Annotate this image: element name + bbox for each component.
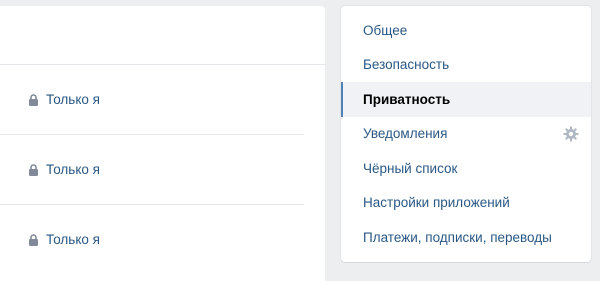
menu-item-label: Настройки приложений <box>363 195 510 210</box>
menu-item-security[interactable]: Безопасность <box>341 47 591 82</box>
menu-item-label: Общее <box>363 23 408 38</box>
menu-item-payments[interactable]: Платежи, подписки, переводы <box>341 220 591 255</box>
privacy-value-label: Только я <box>46 92 100 107</box>
menu-item-app-settings[interactable]: Настройки приложений <box>341 185 591 220</box>
menu-item-blacklist[interactable]: Чёрный список <box>341 151 591 186</box>
lock-icon <box>29 233 38 246</box>
menu-item-label: Уведомления <box>363 126 448 141</box>
lock-icon <box>29 163 38 176</box>
menu-item-label: Чёрный список <box>363 161 458 176</box>
menu-item-label: Платежи, подписки, переводы <box>363 230 552 245</box>
lock-icon <box>29 93 38 106</box>
privacy-row: Только я <box>0 135 304 205</box>
menu-item-notifications[interactable]: Уведомления <box>341 116 591 151</box>
menu-item-general[interactable]: Общее <box>341 13 591 48</box>
menu-item-label: Приватность <box>363 92 451 107</box>
menu-item-privacy[interactable]: Приватность <box>341 82 591 117</box>
gear-icon[interactable] <box>563 126 579 142</box>
privacy-value-selector[interactable]: Только я <box>28 135 100 204</box>
panel-header <box>0 6 325 65</box>
settings-side-menu: Общее Безопасность Приватность Уведомлен… <box>341 6 591 262</box>
privacy-value-label: Только я <box>46 232 100 247</box>
privacy-settings-panel: Только я Только я Только я <box>0 6 325 281</box>
menu-item-label: Безопасность <box>363 57 450 72</box>
privacy-value-selector[interactable]: Только я <box>28 65 100 134</box>
privacy-value-selector[interactable]: Только я <box>28 205 100 274</box>
privacy-value-label: Только я <box>46 162 100 177</box>
privacy-row: Только я <box>0 205 304 274</box>
privacy-row: Только я <box>0 65 304 135</box>
